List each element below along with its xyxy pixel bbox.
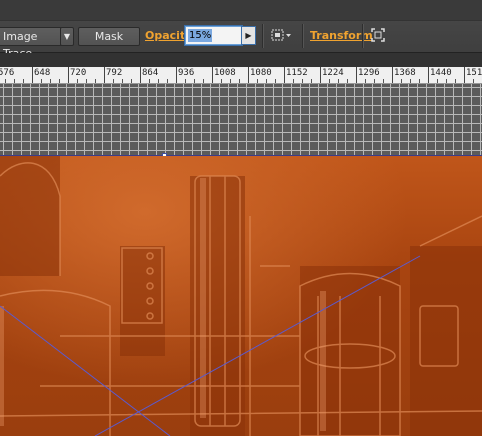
ruler-minor-tick xyxy=(257,79,258,83)
opacity-input[interactable]: 15% xyxy=(185,26,242,45)
ruler-tick xyxy=(464,67,465,83)
ruler-tick-label: 1296 xyxy=(358,68,380,78)
ruler-minor-tick xyxy=(365,79,366,83)
align-to-selection-icon[interactable] xyxy=(270,27,294,43)
ruler-minor-tick xyxy=(131,79,132,83)
ruler-tick-label: 864 xyxy=(142,68,159,78)
ruler-minor-tick xyxy=(86,79,87,83)
ruler-tick xyxy=(248,67,249,83)
ruler-minor-tick xyxy=(302,79,303,83)
ruler-minor-tick xyxy=(374,79,375,83)
ruler-tick xyxy=(104,67,105,83)
ruler-tick-label: 792 xyxy=(106,68,123,78)
ruler-tick-label: 648 xyxy=(34,68,51,78)
ruler-minor-tick xyxy=(410,79,411,83)
ruler-minor-tick xyxy=(275,79,276,83)
ruler-minor-tick xyxy=(50,79,51,83)
ruler-minor-tick xyxy=(239,79,240,83)
ruler-tick xyxy=(140,67,141,83)
panel-gap xyxy=(0,53,482,67)
ruler-tick xyxy=(176,67,177,83)
ruler-minor-tick xyxy=(122,79,123,83)
ruler-minor-tick xyxy=(95,79,96,83)
transform-link[interactable]: Transform xyxy=(310,29,373,42)
ruler-tick xyxy=(428,67,429,83)
ruler-minor-tick xyxy=(167,79,168,83)
ruler-minor-tick xyxy=(293,79,294,83)
separator xyxy=(302,24,303,48)
ruler-tick-label: 1512 xyxy=(466,68,482,78)
ruler-minor-tick xyxy=(59,79,60,83)
pixel-grid xyxy=(0,84,482,156)
ruler-minor-tick xyxy=(311,79,312,83)
ruler-minor-tick xyxy=(329,79,330,83)
ruler-tick xyxy=(32,67,33,83)
ruler-tick-label: 1368 xyxy=(394,68,416,78)
opacity-value: 15% xyxy=(188,29,213,42)
control-bar: Image Trace ▼ Mask Opacity: 15% ▶ Transf… xyxy=(0,0,482,60)
ruler-tick xyxy=(68,67,69,83)
ruler-minor-tick xyxy=(41,79,42,83)
ruler-minor-tick xyxy=(473,79,474,83)
ruler-minor-tick xyxy=(419,79,420,83)
ruler-minor-tick xyxy=(23,79,24,83)
image-trace-button[interactable]: Image Trace xyxy=(0,27,62,60)
ruler-minor-tick xyxy=(437,79,438,83)
opacity-slider-button[interactable]: ▶ xyxy=(241,26,256,45)
ruler-minor-tick xyxy=(446,79,447,83)
ruler-minor-tick xyxy=(455,79,456,83)
ruler-minor-tick xyxy=(383,79,384,83)
image-trace-dropdown[interactable]: ▼ xyxy=(60,27,74,46)
ruler-minor-tick xyxy=(149,79,150,83)
ruler-minor-tick xyxy=(14,79,15,83)
separator xyxy=(262,24,263,48)
ruler-tick xyxy=(356,67,357,83)
ruler-tick-label: 1080 xyxy=(250,68,272,78)
ruler-tick xyxy=(320,67,321,83)
ruler-tick-label: 576 xyxy=(0,68,15,78)
ruler-minor-tick xyxy=(5,79,6,83)
ruler-tick xyxy=(392,67,393,83)
ruler-minor-tick xyxy=(221,79,222,83)
ruler-minor-tick xyxy=(77,79,78,83)
canvas[interactable] xyxy=(0,84,482,436)
ruler-minor-tick xyxy=(266,79,267,83)
ruler-minor-tick xyxy=(203,79,204,83)
separator xyxy=(362,24,363,48)
ruler-tick-label: 1008 xyxy=(214,68,236,78)
ruler-minor-tick xyxy=(401,79,402,83)
ruler-minor-tick xyxy=(338,79,339,83)
ruler-tick-label: 1224 xyxy=(322,68,344,78)
ruler-tick-label: 1152 xyxy=(286,68,308,78)
ruler-minor-tick xyxy=(158,79,159,83)
ruler-minor-tick xyxy=(113,79,114,83)
ruler-tick xyxy=(212,67,213,83)
ruler-tick-label: 1440 xyxy=(430,68,452,78)
ruler-minor-tick xyxy=(347,79,348,83)
ruler-minor-tick xyxy=(230,79,231,83)
brewery-photo[interactable] xyxy=(0,156,482,436)
ruler-minor-tick xyxy=(185,79,186,83)
horizontal-ruler[interactable]: 576 648 720 792 864 936 1008 1080 1152 1224 1296 13… xyxy=(0,67,482,84)
isolate-icon[interactable] xyxy=(370,27,386,43)
ruler-minor-tick xyxy=(194,79,195,83)
ruler-tick-label: 936 xyxy=(178,68,195,78)
ruler-tick-label: 720 xyxy=(70,68,87,78)
mask-button[interactable]: Mask xyxy=(78,27,140,46)
ruler-tick xyxy=(284,67,285,83)
